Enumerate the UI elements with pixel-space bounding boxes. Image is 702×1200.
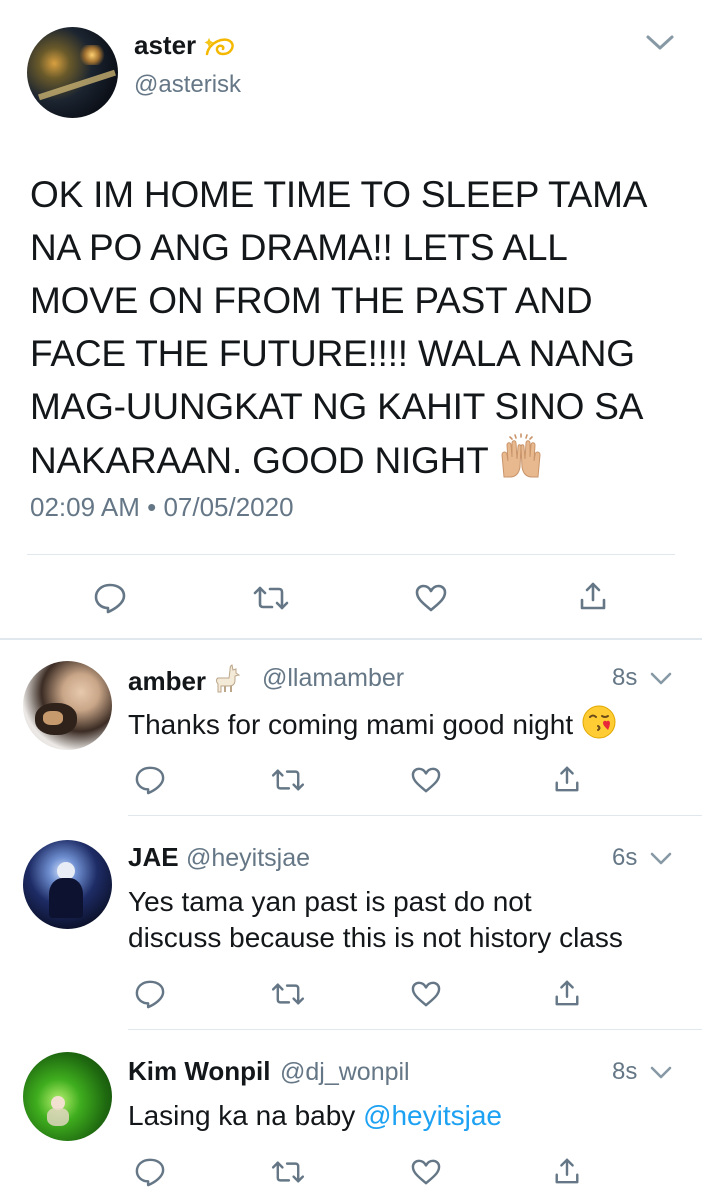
reply-time-text: 6s xyxy=(612,844,638,871)
like-icon[interactable] xyxy=(414,583,448,613)
avatar[interactable] xyxy=(23,840,112,929)
reply-time-text: 8s xyxy=(612,664,638,691)
share-icon[interactable] xyxy=(553,1156,581,1186)
reply-text-body: Lasing ka na baby xyxy=(128,1100,364,1131)
retweet-icon[interactable] xyxy=(270,981,306,1007)
share-icon[interactable] xyxy=(553,764,581,794)
author-name-text: JAE xyxy=(128,842,179,872)
reply-text-line-2: discuss because this is not history clas… xyxy=(128,922,623,953)
raising-hands-icon xyxy=(501,433,541,478)
reply-text-line-1: Yes tama yan past is past do not xyxy=(128,886,532,917)
author-handle[interactable]: @llamamber xyxy=(262,664,404,693)
author-name-text: aster xyxy=(134,30,197,60)
author-name[interactable]: aster xyxy=(134,30,237,62)
avatar[interactable] xyxy=(23,1052,112,1141)
tweet-text-body: OK IM HOME TIME TO SLEEP TAMA NA PO ANG … xyxy=(30,174,646,481)
mention-link[interactable]: @heyitsjae xyxy=(363,1100,502,1131)
reply-time: 6s xyxy=(612,844,637,872)
list-item[interactable]: Kim Wonpil @dj_wonpil 8s Lasing ka na ba… xyxy=(0,1030,702,1200)
author-handle[interactable]: @heyitsjae xyxy=(186,844,310,873)
face-blowing-kiss-icon xyxy=(582,705,616,739)
main-tweet: aster @asterisk OK IM HOME TIME TO SLEEP… xyxy=(0,0,702,640)
retweet-icon[interactable] xyxy=(270,767,306,793)
tweet-text: OK IM HOME TIME TO SLEEP TAMA NA PO ANG … xyxy=(30,168,680,487)
author-name[interactable]: amber xyxy=(128,662,243,697)
author-handle[interactable]: @dj_wonpil xyxy=(280,1058,410,1087)
list-item[interactable]: amber @llamamber 8s Thanks for coming ma… xyxy=(0,640,702,816)
reply-time-text: 8s xyxy=(612,1058,638,1085)
author-name[interactable]: Kim Wonpil xyxy=(128,1056,271,1087)
reply-text: Lasing ka na baby @heyitsjae xyxy=(128,1098,502,1134)
share-icon[interactable] xyxy=(553,978,581,1008)
retweet-icon[interactable] xyxy=(252,584,290,612)
reply-icon[interactable] xyxy=(134,765,166,795)
share-icon[interactable] xyxy=(578,580,608,612)
time-text: 02:09 AM xyxy=(30,492,140,522)
avatar[interactable] xyxy=(23,661,112,750)
chevron-down-icon[interactable] xyxy=(649,851,673,867)
separator-dot: • xyxy=(147,492,157,522)
author-name-text: Kim Wonpil xyxy=(128,1056,271,1086)
author-name-text: amber xyxy=(128,666,207,696)
author-handle[interactable]: @asterisk xyxy=(134,71,241,99)
date-text: 07/05/2020 xyxy=(163,492,294,522)
reply-time: 8s xyxy=(612,664,637,692)
author-name[interactable]: JAE xyxy=(128,842,179,873)
retweet-icon[interactable] xyxy=(270,1159,306,1185)
reply-text: Thanks for coming mami good night xyxy=(128,704,617,743)
reply-icon[interactable] xyxy=(93,582,127,614)
reply-icon[interactable] xyxy=(134,979,166,1009)
reply-icon[interactable] xyxy=(134,1157,166,1187)
reply-text-body: Thanks for coming mami good night xyxy=(128,709,574,740)
timestamp[interactable]: 02:09 AM • 07/05/2020 xyxy=(30,492,294,523)
reply-time: 8s xyxy=(612,1058,637,1086)
dizzy-icon xyxy=(204,38,235,56)
llama-icon xyxy=(216,664,241,693)
divider xyxy=(27,554,675,555)
like-icon[interactable] xyxy=(410,980,442,1008)
chevron-down-icon[interactable] xyxy=(649,671,673,687)
avatar[interactable] xyxy=(27,27,118,118)
chevron-down-icon[interactable] xyxy=(649,1065,673,1081)
list-item[interactable]: JAE @heyitsjae 6s Yes tama yan past is p… xyxy=(0,816,702,1030)
like-icon[interactable] xyxy=(410,766,442,794)
chevron-down-icon[interactable] xyxy=(645,33,675,53)
like-icon[interactable] xyxy=(410,1158,442,1186)
